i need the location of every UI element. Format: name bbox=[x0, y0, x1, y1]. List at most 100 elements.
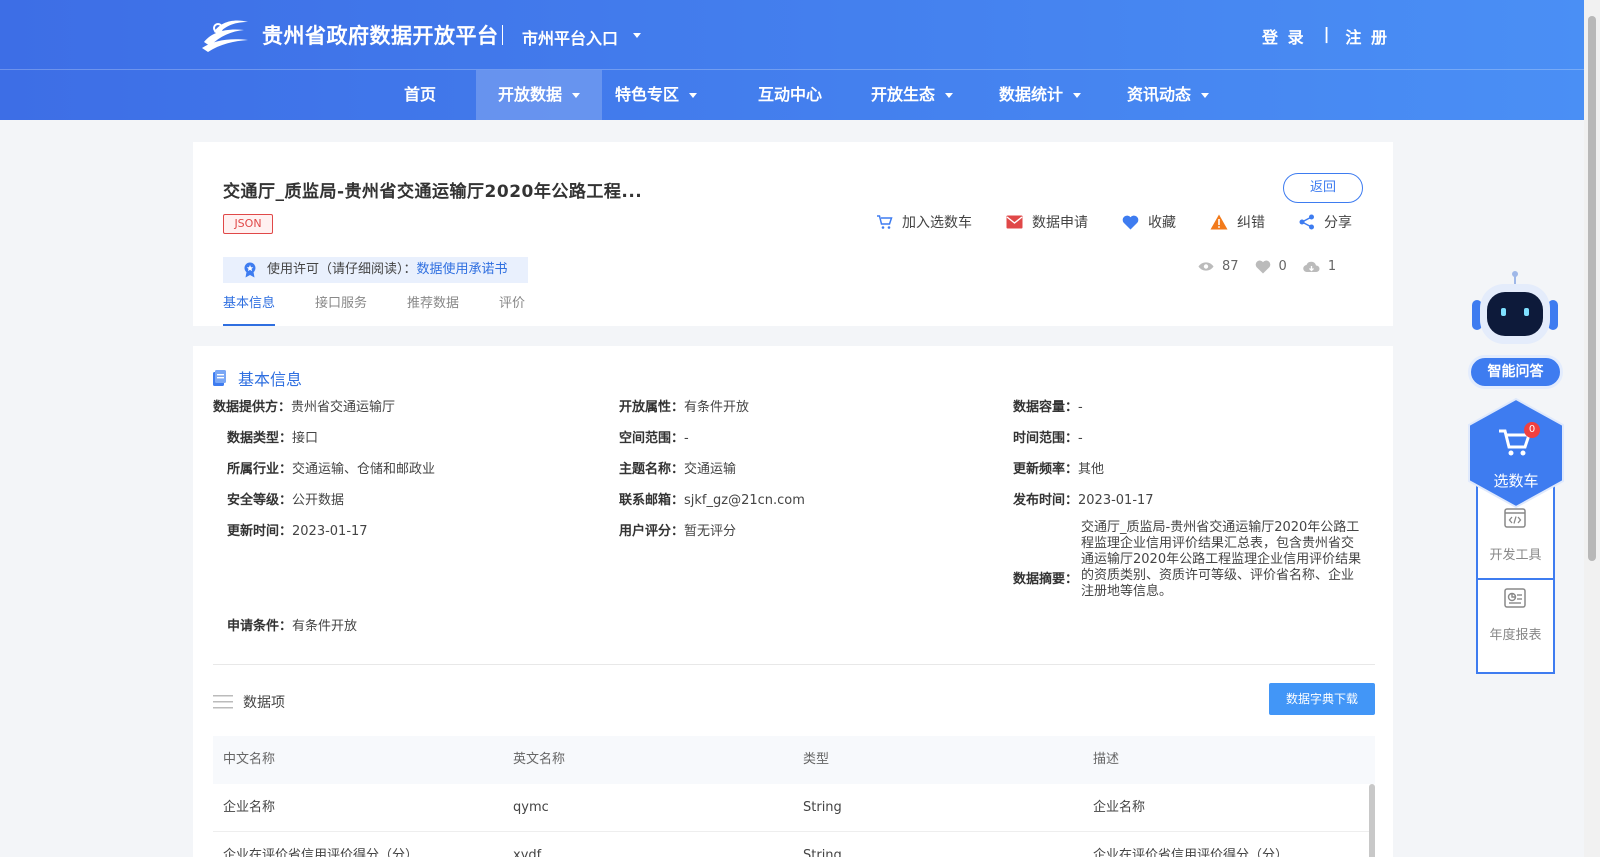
field-value: 有条件开放 bbox=[292, 619, 358, 634]
cart-hexagon[interactable] bbox=[1467, 397, 1565, 509]
dataset-title: 交通厅_质监局-贵州省交通运输厅2020年公路工程... bbox=[223, 182, 643, 202]
field-key: 用户评分： bbox=[619, 524, 685, 539]
field-key: 开放属性： bbox=[619, 400, 685, 415]
scrollbar-thumb[interactable] bbox=[1588, 16, 1596, 561]
main-nav: 首页 开放数据 特色专区 互动中心 开放生态 数据统计 资讯动态 bbox=[0, 70, 1584, 120]
summary-value: 交通厅_质监局-贵州省交通运输厅2020年公路工程监理企业信用评价结果汇总表，包… bbox=[1081, 520, 1362, 599]
field-value: 接口 bbox=[292, 431, 319, 446]
site-title[interactable]: 贵州省政府数据开放平台 bbox=[262, 20, 499, 50]
condition-field: 申请条件：有条件开放 bbox=[227, 615, 357, 634]
views-count: 87 bbox=[1222, 259, 1239, 274]
share-icon bbox=[1299, 214, 1314, 230]
nav-label: 互动中心 bbox=[757, 85, 822, 104]
share-label: 分享 bbox=[1324, 215, 1352, 231]
top-bar: 贵州省政府数据开放平台 市州平台入口 登 录 | 注 册 bbox=[0, 0, 1584, 70]
nav-label: 开放数据 bbox=[497, 85, 562, 104]
report-chart-icon bbox=[1504, 588, 1526, 608]
table-row: 企业在评价省信用评价得分（分） xydf String 企业在评价省信用评价得分… bbox=[213, 832, 1375, 857]
chevron-down-icon bbox=[945, 93, 953, 98]
nav-label: 数据统计 bbox=[998, 85, 1063, 104]
nav-interaction[interactable]: 互动中心 bbox=[748, 70, 832, 120]
login-link[interactable]: 登 录 bbox=[1262, 24, 1306, 48]
code-window-icon bbox=[1504, 508, 1526, 528]
dev-tools-label: 开发工具 bbox=[1489, 548, 1542, 563]
annual-report-button[interactable]: 年度报表 bbox=[1478, 588, 1553, 670]
cart-label[interactable]: 选数车 bbox=[1467, 470, 1565, 491]
heart-icon bbox=[1122, 215, 1139, 229]
field-value: 2023-01-17 bbox=[292, 524, 368, 539]
table-scrollbar[interactable] bbox=[1369, 784, 1375, 857]
license-link[interactable]: 数据使用承诺书 bbox=[417, 257, 508, 283]
theme-field: 主题名称：交通运输 bbox=[619, 458, 736, 477]
nav-news[interactable]: 资讯动态 bbox=[1116, 70, 1220, 120]
document-icon bbox=[213, 370, 226, 386]
list-lines-icon bbox=[213, 695, 233, 709]
publish-time-field: 发布时间：2023-01-17 bbox=[1013, 489, 1154, 508]
city-platform-entry[interactable]: 市州平台入口 bbox=[522, 25, 618, 49]
chevron-down-icon[interactable] bbox=[633, 33, 641, 38]
auth-separator: | bbox=[1323, 24, 1330, 43]
update-time-field: 更新时间：2023-01-17 bbox=[227, 520, 368, 539]
field-value: - bbox=[1078, 431, 1083, 446]
nav-label: 开放生态 bbox=[870, 85, 935, 104]
column-header: 英文名称 bbox=[513, 752, 566, 767]
downloads-count: 1 bbox=[1327, 259, 1337, 274]
dictionary-download-button[interactable]: 数据字典下载 bbox=[1269, 683, 1375, 715]
table-cell: String bbox=[803, 800, 842, 815]
add-to-cart-button[interactable]: 加入选数车 bbox=[876, 212, 972, 232]
nav-special-zone[interactable]: 特色专区 bbox=[604, 70, 708, 120]
share-button[interactable]: 分享 bbox=[1299, 212, 1352, 232]
side-divider bbox=[1478, 578, 1553, 580]
table-header: 中文名称 英文名称 类型 描述 bbox=[213, 736, 1375, 784]
basic-info-heading: 基本信息 bbox=[213, 366, 302, 390]
rating-field: 用户评分：暂无评分 bbox=[619, 520, 736, 539]
tab-reviews[interactable]: 评价 bbox=[499, 292, 525, 326]
field-key: 安全等级： bbox=[227, 493, 293, 508]
smart-qa-button[interactable]: 智能问答 bbox=[1468, 355, 1563, 389]
envelope-icon bbox=[1006, 215, 1023, 229]
frequency-field: 更新频率：其他 bbox=[1013, 458, 1104, 477]
dataset-header-card: 交通厅_质监局-贵州省交通运输厅2020年公路工程... JSON 返回 加入选… bbox=[193, 142, 1393, 326]
nav-statistics[interactable]: 数据统计 bbox=[988, 70, 1092, 120]
nav-open-data[interactable]: 开放数据 bbox=[476, 70, 602, 120]
field-key: 主题名称： bbox=[619, 462, 685, 477]
register-link[interactable]: 注 册 bbox=[1345, 24, 1389, 48]
chevron-down-icon bbox=[572, 93, 580, 98]
space-field: 空间范围：- bbox=[619, 427, 689, 446]
nav-home[interactable]: 首页 bbox=[388, 70, 452, 120]
data-items-heading: 数据项 bbox=[213, 692, 285, 712]
column-header: 类型 bbox=[803, 752, 830, 767]
back-button[interactable]: 返回 bbox=[1283, 173, 1363, 203]
column-header: 中文名称 bbox=[223, 752, 276, 767]
field-key: 空间范围： bbox=[619, 431, 685, 446]
report-error-button[interactable]: 纠错 bbox=[1210, 212, 1265, 232]
data-apply-button[interactable]: 数据申请 bbox=[1006, 212, 1088, 232]
field-value: 暂无评分 bbox=[684, 524, 737, 539]
section-divider bbox=[213, 664, 1375, 665]
nav-label: 首页 bbox=[403, 85, 436, 104]
warning-icon bbox=[1210, 214, 1228, 230]
nav-label: 资讯动态 bbox=[1126, 85, 1191, 104]
field-value: sjkf_gz@21cn.com bbox=[684, 493, 805, 508]
page-scrollbar[interactable] bbox=[1584, 0, 1600, 857]
security-field: 安全等级：公开数据 bbox=[227, 489, 344, 508]
robot-assistant-icon[interactable] bbox=[1470, 270, 1560, 350]
cart-icon bbox=[877, 215, 893, 229]
likes-stat: 0 bbox=[1255, 259, 1287, 274]
favorite-button[interactable]: 收藏 bbox=[1122, 212, 1176, 232]
award-ribbon-icon bbox=[244, 262, 256, 278]
field-value: 其他 bbox=[1078, 462, 1105, 477]
field-value: 交通运输、仓储和邮政业 bbox=[292, 462, 436, 477]
favorite-label: 收藏 bbox=[1148, 215, 1176, 231]
tab-basic-info[interactable]: 基本信息 bbox=[223, 292, 276, 326]
likes-count: 0 bbox=[1278, 259, 1287, 274]
nav-ecosystem[interactable]: 开放生态 bbox=[860, 70, 964, 120]
cart-count-badge: 0 bbox=[1524, 422, 1540, 438]
tab-api-service[interactable]: 接口服务 bbox=[315, 292, 367, 326]
field-key: 更新频率： bbox=[1013, 462, 1079, 477]
site-logo-icon[interactable] bbox=[200, 14, 252, 54]
tab-recommended[interactable]: 推荐数据 bbox=[407, 292, 459, 326]
field-value: - bbox=[1078, 400, 1083, 415]
field-value: 公开数据 bbox=[292, 493, 345, 508]
email-field: 联系邮箱：sjkf_gz@21cn.com bbox=[619, 489, 805, 508]
